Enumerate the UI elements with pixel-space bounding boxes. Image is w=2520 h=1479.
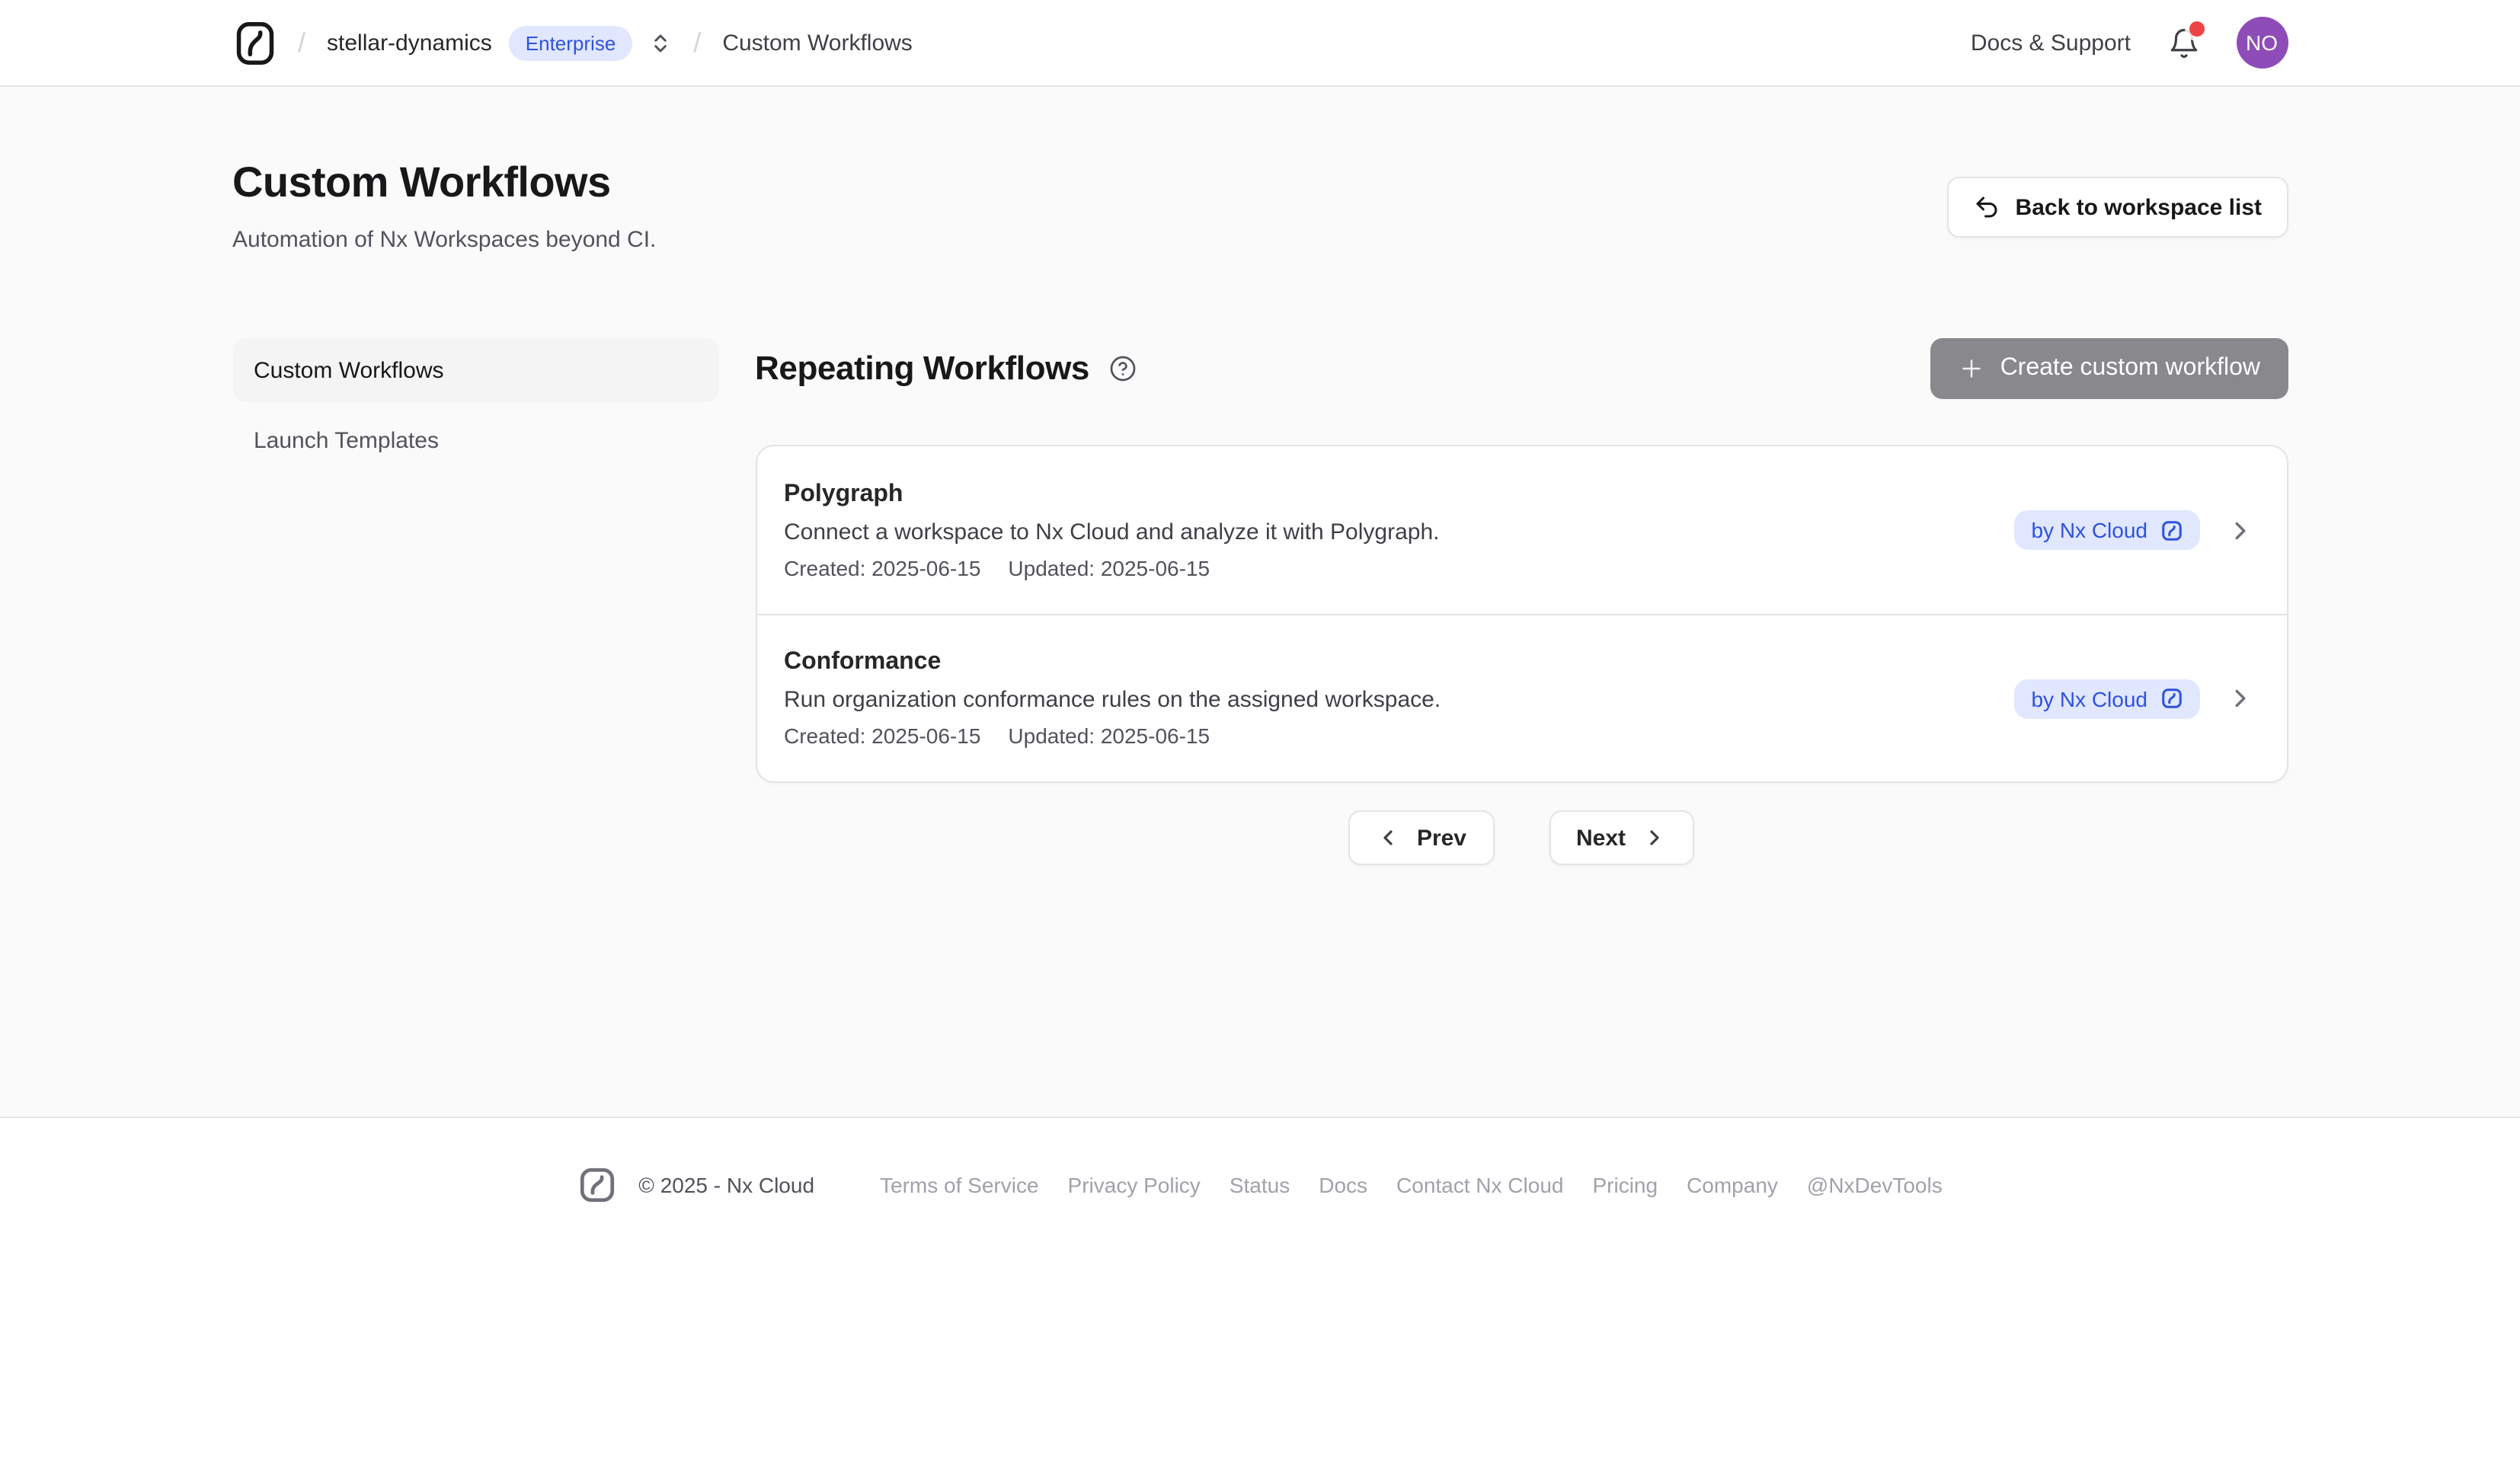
nx-cloud-logo[interactable] (232, 19, 277, 66)
content-container: Custom Workflows Automation of Nx Worksp… (232, 87, 2288, 865)
page-footer: © 2025 - Nx Cloud Terms of Service Priva… (0, 1116, 2520, 1205)
footer-brand: © 2025 - Nx Cloud (577, 1165, 814, 1205)
workflow-row-side: by Nx Cloud (2014, 679, 2254, 718)
top-navbar: / stellar-dynamics Enterprise / Custom W… (0, 0, 2520, 87)
next-button-label: Next (1576, 825, 1626, 851)
workflow-info: Conformance Run organization conformance… (784, 649, 2014, 748)
workflow-updated-date: Updated: 2025-06-15 (1008, 555, 1210, 580)
undo-icon (1973, 193, 2000, 221)
enterprise-badge: Enterprise (509, 25, 633, 60)
footer-link-pricing[interactable]: Pricing (1592, 1173, 1658, 1197)
docs-support-link[interactable]: Docs & Support (1971, 30, 2131, 56)
section-title: Repeating Workflows (755, 349, 1089, 388)
chevron-left-icon (1376, 826, 1400, 850)
create-custom-workflow-button[interactable]: Create custom workflow (1930, 338, 2288, 399)
back-to-workspace-list-button[interactable]: Back to workspace list (1947, 177, 2288, 238)
footer-link-privacy[interactable]: Privacy Policy (1068, 1173, 1201, 1197)
breadcrumb-separator: / (298, 27, 305, 59)
two-column-layout: Custom Workflows Launch Templates Repeat… (232, 338, 2288, 865)
workflow-row-polygraph[interactable]: Polygraph Connect a workspace to Nx Clou… (756, 446, 2286, 614)
breadcrumb-current[interactable]: Custom Workflows (722, 30, 913, 56)
footer-link-contact[interactable]: Contact Nx Cloud (1396, 1173, 1563, 1197)
footer-link-docs[interactable]: Docs (1319, 1173, 1367, 1197)
nx-logo-icon (232, 19, 277, 66)
workflow-updated-date: Updated: 2025-06-15 (1008, 724, 1210, 748)
by-nx-cloud-badge[interactable]: by Nx Cloud (2014, 510, 2199, 550)
section-header: Repeating Workflows Create custo (755, 338, 2288, 399)
sidebar-item-launch-templates[interactable]: Launch Templates (232, 408, 718, 472)
workflows-section: Repeating Workflows Create custo (755, 338, 2288, 865)
notifications-button[interactable] (2167, 27, 2199, 59)
page-subtitle: Automation of Nx Workspaces beyond CI. (232, 227, 656, 253)
navbar-inner: / stellar-dynamics Enterprise / Custom W… (232, 17, 2288, 69)
workflow-description: Connect a workspace to Nx Cloud and anal… (784, 519, 2014, 545)
help-circle-icon[interactable] (1109, 355, 1137, 382)
page-header-text: Custom Workflows Automation of Nx Worksp… (232, 157, 656, 253)
avatar[interactable]: NO (2236, 17, 2288, 69)
main-content: Custom Workflows Automation of Nx Worksp… (0, 87, 2520, 1116)
navbar-actions: Docs & Support NO (1971, 17, 2288, 69)
badge-label: by Nx Cloud (2031, 686, 2147, 711)
footer-link-nxdevtools[interactable]: @NxDevTools (1807, 1173, 1943, 1197)
sidebar-item-label: Launch Templates (254, 427, 439, 453)
breadcrumb-separator: / (693, 27, 701, 59)
plus-icon (1958, 355, 1985, 382)
sidebar-item-custom-workflows[interactable]: Custom Workflows (232, 338, 718, 402)
footer-link-company[interactable]: Company (1687, 1173, 1778, 1197)
notification-dot (2189, 21, 2204, 36)
prev-page-button[interactable]: Prev (1348, 810, 1494, 865)
workflow-row-conformance[interactable]: Conformance Run organization conformance… (756, 614, 2286, 781)
next-page-button[interactable]: Next (1549, 810, 1694, 865)
section-title-wrap: Repeating Workflows (755, 349, 1137, 388)
breadcrumb: / stellar-dynamics Enterprise / Custom W… (232, 19, 913, 66)
chevron-right-icon (2225, 516, 2254, 545)
sidebar: Custom Workflows Launch Templates (232, 338, 718, 865)
workflow-info: Polygraph Connect a workspace to Nx Clou… (784, 481, 2014, 580)
by-nx-cloud-badge[interactable]: by Nx Cloud (2014, 679, 2199, 718)
workspace-name: stellar-dynamics (327, 30, 492, 56)
workflow-meta: Created: 2025-06-15 Updated: 2025-06-15 (784, 724, 2014, 748)
workflow-description: Run organization conformance rules on th… (784, 687, 2014, 713)
workflow-name: Polygraph (784, 481, 2014, 508)
page-header: Custom Workflows Automation of Nx Worksp… (232, 87, 2288, 253)
nx-logo-icon (577, 1165, 617, 1205)
copyright-text: © 2025 - Nx Cloud (638, 1173, 814, 1197)
create-button-label: Create custom workflow (2000, 355, 2260, 382)
pagination: Prev Next (755, 810, 2288, 865)
chevron-right-icon (1642, 826, 1667, 850)
chevrons-up-down-icon (649, 31, 672, 54)
workflows-card: Polygraph Connect a workspace to Nx Clou… (755, 445, 2288, 783)
workflow-created-date: Created: 2025-06-15 (784, 724, 980, 748)
nx-logo-icon (2160, 519, 2183, 541)
app-root: / stellar-dynamics Enterprise / Custom W… (0, 0, 2520, 1479)
footer-row: © 2025 - Nx Cloud Terms of Service Priva… (0, 1165, 2520, 1205)
badge-label: by Nx Cloud (2031, 518, 2147, 542)
footer-link-terms[interactable]: Terms of Service (880, 1173, 1039, 1197)
workspace-switcher[interactable]: stellar-dynamics Enterprise (327, 25, 672, 60)
page-title: Custom Workflows (232, 157, 656, 209)
workflow-meta: Created: 2025-06-15 Updated: 2025-06-15 (784, 555, 2014, 580)
footer-link-status[interactable]: Status (1230, 1173, 1290, 1197)
workflow-name: Conformance (784, 649, 2014, 676)
back-button-label: Back to workspace list (2016, 194, 2262, 220)
prev-button-label: Prev (1417, 825, 1466, 851)
workflow-row-side: by Nx Cloud (2014, 510, 2254, 550)
chevron-right-icon (2225, 684, 2254, 713)
sidebar-item-label: Custom Workflows (254, 357, 444, 383)
workflow-created-date: Created: 2025-06-15 (784, 555, 980, 580)
nx-logo-icon (2160, 687, 2183, 710)
